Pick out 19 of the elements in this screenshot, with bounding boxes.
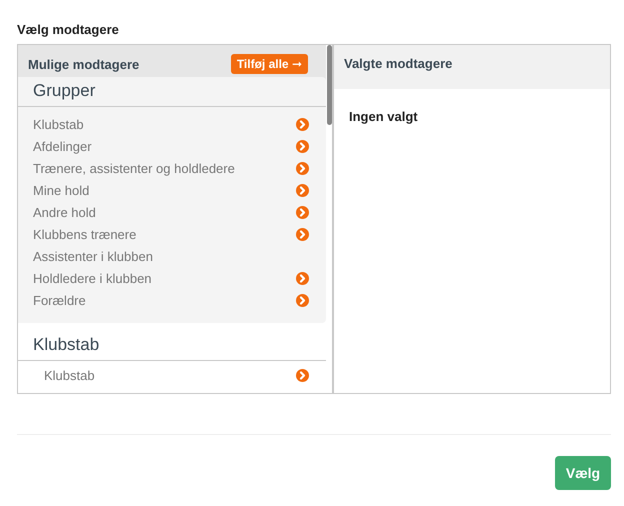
recipient-item[interactable]: Afdelinger	[33, 138, 92, 154]
add-all-button[interactable]: Tilføj alle ➞	[230, 54, 308, 74]
panel-title: Valgte modtagere	[344, 56, 452, 71]
panel-title: Mulige modtagere	[28, 57, 140, 72]
recipient-item[interactable]: Trænere, assistenter og holdledere	[33, 160, 235, 176]
recipient-item[interactable]: Klubstab	[44, 368, 95, 382]
recipient-item[interactable]: Mine hold	[33, 182, 90, 198]
dialog-title: Vælg modtagere	[17, 22, 120, 39]
recipient-item[interactable]: Assistenter i klubben	[33, 248, 153, 264]
recipient-item[interactable]: Klubstab	[33, 116, 84, 132]
section-heading: Klubstab	[18, 331, 326, 361]
section-heading: Grupper	[18, 77, 326, 107]
recipient-item[interactable]: Andre hold	[33, 204, 96, 220]
choose-button[interactable]: Vælg	[555, 456, 611, 490]
recipient-item[interactable]: Holdledere i klubben	[33, 270, 152, 286]
recipient-item[interactable]: Forældre	[33, 292, 86, 308]
recipient-item[interactable]: Klubbens trænere	[33, 226, 136, 242]
scrollbar-thumb[interactable]	[327, 45, 332, 125]
empty-message: Ingen valgt	[348, 108, 419, 126]
